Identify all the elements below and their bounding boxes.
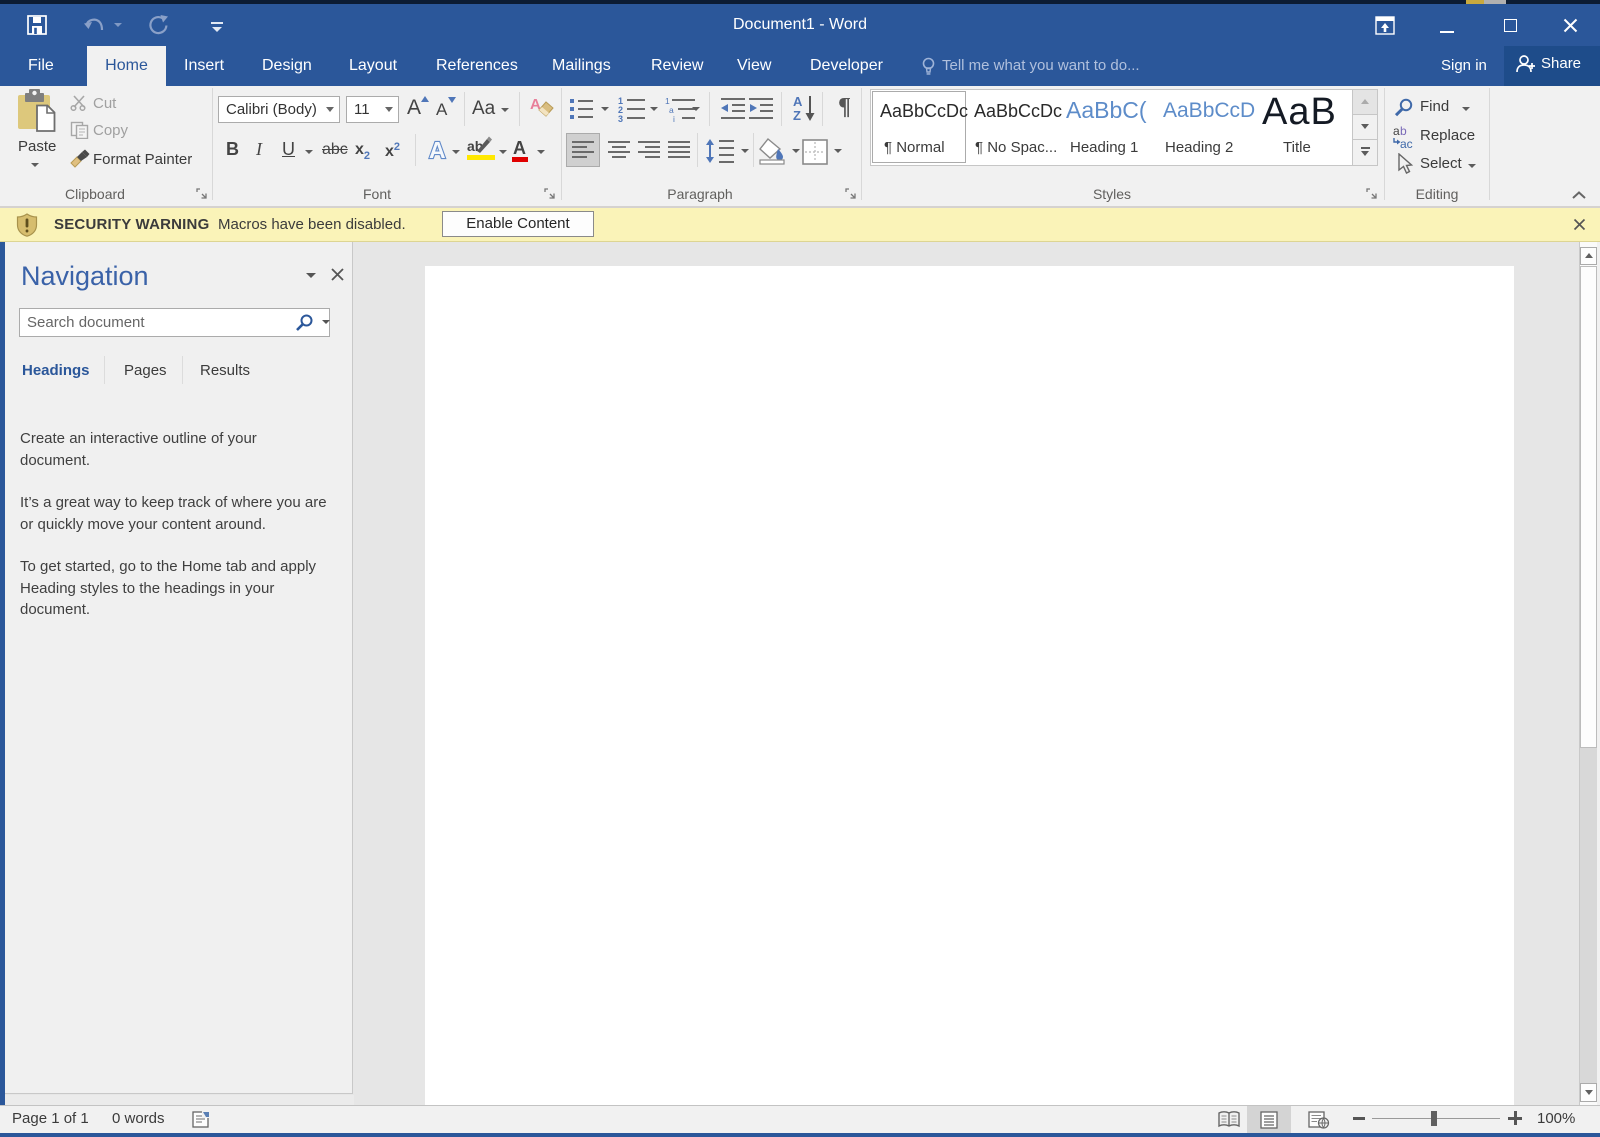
svg-text:ac: ac [1400,137,1413,149]
svg-text:Z: Z [793,108,801,122]
svg-text:3: 3 [618,114,623,122]
svg-text:a: a [1393,125,1400,138]
svg-text:A: A [429,137,446,163]
svg-text:A: A [793,94,803,109]
svg-text:i: i [673,114,675,122]
